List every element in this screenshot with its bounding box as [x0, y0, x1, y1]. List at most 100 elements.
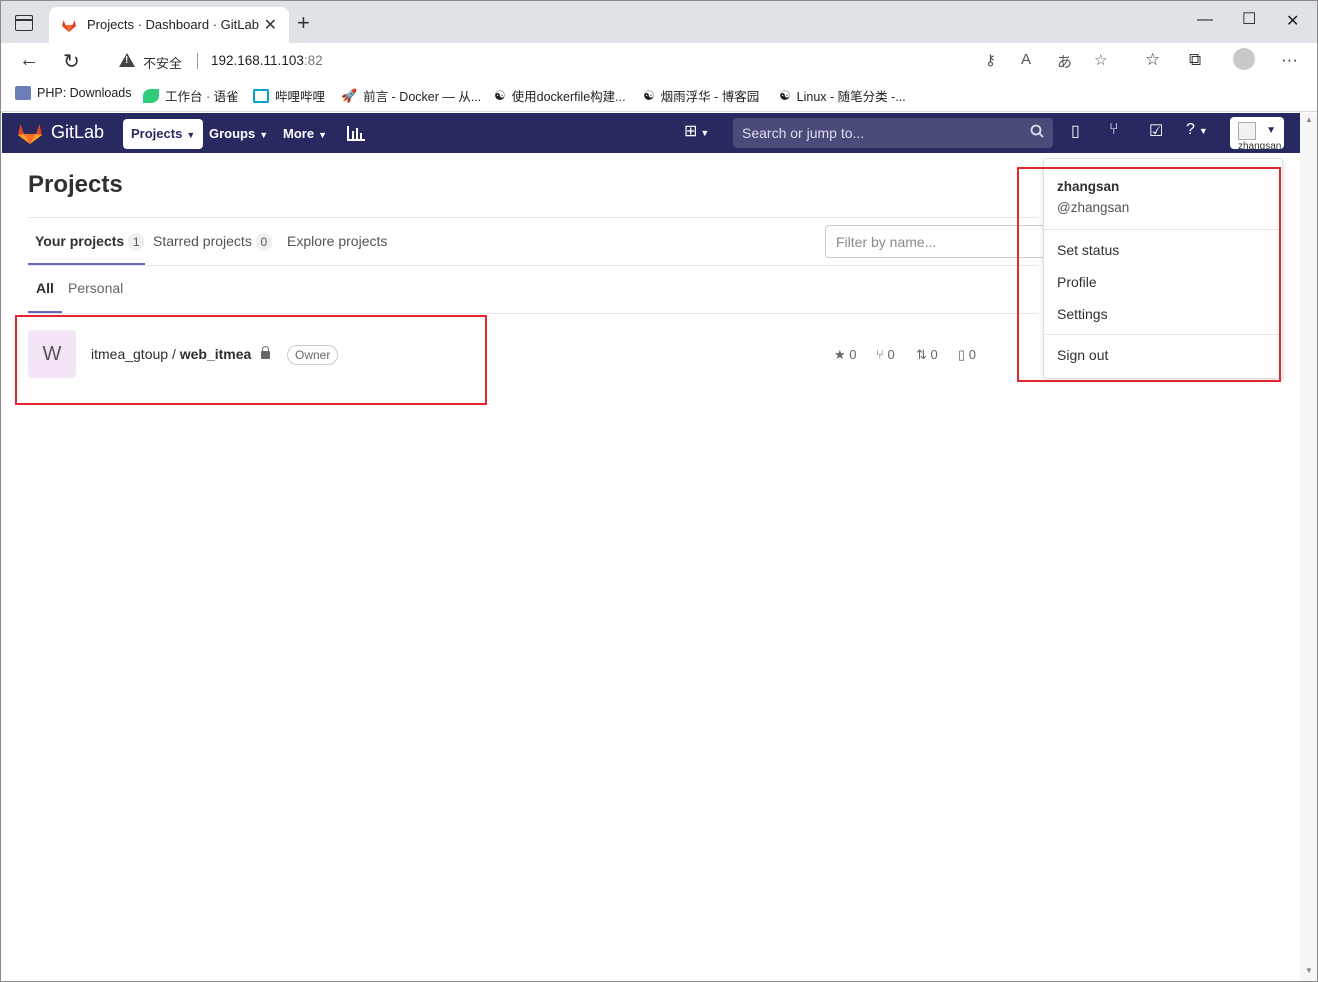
- tab-strip: Projects · Dashboard · GitLab ✕ + — ☐ ✕: [1, 1, 1317, 43]
- nav-more[interactable]: More ▼: [275, 119, 335, 149]
- divider: [1044, 229, 1282, 230]
- chevron-down-icon: ▼: [186, 130, 196, 140]
- issues-count: 0: [968, 347, 977, 362]
- nav-groups[interactable]: Groups ▼: [201, 119, 276, 149]
- gitlab-brand[interactable]: GitLab: [51, 122, 104, 143]
- stars-count: 0: [849, 347, 857, 362]
- url-text[interactable]: 192.168.11.103:82: [211, 53, 323, 68]
- forks-count: 0: [887, 347, 895, 362]
- bookmarks-bar: PHP: Downloads 工作台 · 语雀 哔哩哔哩 🚀 前言 - Docke…: [1, 81, 1317, 112]
- search-box[interactable]: Search or jump to...: [733, 118, 1053, 148]
- url-host: 192.168.11.103: [211, 53, 304, 68]
- issues-icon[interactable]: ▯: [1071, 121, 1080, 141]
- bookmark-php[interactable]: PHP: Downloads: [15, 86, 132, 100]
- add-favorite-icon[interactable]: ☆: [1094, 51, 1107, 69]
- merge-requests-stat[interactable]: ⇅ 0: [916, 347, 938, 363]
- read-aloud-icon[interactable]: A: [1021, 51, 1031, 68]
- key-icon[interactable]: ⚷: [985, 51, 996, 69]
- fork-icon: ⑂: [876, 347, 884, 362]
- star-icon: ★: [834, 347, 846, 362]
- gitlab-logo-icon[interactable]: [17, 121, 43, 145]
- todos-icon[interactable]: ☑: [1149, 121, 1163, 141]
- browser-tab[interactable]: Projects · Dashboard · GitLab ✕: [49, 7, 289, 43]
- back-icon[interactable]: ←: [19, 49, 39, 72]
- profile-item[interactable]: Profile: [1057, 274, 1097, 290]
- bookmark-docker[interactable]: 🚀 前言 - Docker — 从...: [341, 86, 481, 105]
- nav-groups-label: Groups: [209, 126, 256, 141]
- role-badge: Owner: [287, 345, 339, 365]
- scrollbar[interactable]: ▲ ▼: [1300, 113, 1317, 981]
- favorites-icon[interactable]: ☆: [1145, 50, 1160, 70]
- sign-out-item[interactable]: Sign out: [1057, 347, 1108, 363]
- bookmark-bilibili[interactable]: 哔哩哔哩: [253, 86, 325, 105]
- scroll-down-icon[interactable]: ▼: [1305, 966, 1313, 975]
- project-link[interactable]: itmea_gtoup / web_itmea: [91, 346, 271, 362]
- divider: [28, 313, 1038, 314]
- browser-window: Projects · Dashboard · GitLab ✕ + — ☐ ✕ …: [0, 0, 1318, 982]
- stars-stat[interactable]: ★ 0: [834, 347, 857, 363]
- bookmark-linux[interactable]: ☯ Linux - 随笔分类 -...: [779, 86, 906, 105]
- issues-stat[interactable]: ▯ 0: [958, 347, 976, 363]
- maximize-icon[interactable]: ☐: [1242, 9, 1256, 29]
- nav-projects[interactable]: Projects ▼: [123, 119, 204, 149]
- chevron-down-icon: ▼: [1266, 125, 1276, 136]
- settings-item[interactable]: Settings: [1057, 306, 1108, 322]
- bookmark-yuque[interactable]: 工作台 · 语雀: [143, 86, 239, 105]
- translate-icon[interactable]: あ: [1057, 51, 1072, 72]
- tab-actions-icon[interactable]: [15, 15, 33, 31]
- bookmark-label: 使用dockerfile构建...: [511, 90, 626, 104]
- filter-by-name-input[interactable]: [825, 225, 1045, 258]
- bookmark-label: 工作台 · 语雀: [165, 90, 239, 104]
- tab-explore-projects[interactable]: Explore projects: [280, 218, 394, 265]
- profile-avatar[interactable]: [1233, 48, 1255, 70]
- address-row: ← ↻ 不安全 192.168.11.103:82 ⚷ A あ ☆ ☆ ⧉ ··…: [1, 43, 1317, 81]
- tab-your-projects[interactable]: Your projects 1: [28, 218, 145, 265]
- subtab-all[interactable]: All: [28, 266, 62, 313]
- chevron-down-icon: ▼: [259, 130, 269, 140]
- url-port: :82: [303, 53, 323, 68]
- tab-close-icon[interactable]: ✕: [264, 15, 277, 35]
- nav-projects-label: Projects: [131, 126, 183, 141]
- rocket-icon: 🚀: [341, 87, 358, 103]
- collections-icon[interactable]: ⧉: [1189, 50, 1201, 70]
- new-item-icon[interactable]: ⊞ ▼: [684, 121, 709, 141]
- divider: [1044, 334, 1282, 335]
- chevron-down-icon: ▼: [318, 130, 327, 140]
- help-icon[interactable]: ? ▼: [1186, 121, 1208, 139]
- page-title: Projects: [28, 171, 123, 198]
- new-tab-icon[interactable]: +: [297, 10, 310, 36]
- merge-requests-count: 0: [930, 347, 938, 362]
- set-status-item[interactable]: Set status: [1057, 242, 1119, 258]
- tab-starred-projects[interactable]: Starred projects 0: [146, 218, 279, 265]
- divider: [28, 265, 1038, 266]
- tab-title: Projects · Dashboard · GitLab: [87, 17, 259, 32]
- bookmark-dockerfile[interactable]: ☯ 使用dockerfile构建...: [494, 86, 626, 105]
- nav-more-label: More: [283, 126, 315, 141]
- project-avatar[interactable]: W: [28, 330, 76, 378]
- search-icon: [1030, 124, 1044, 138]
- activity-chart-icon[interactable]: [347, 126, 365, 141]
- scroll-up-icon[interactable]: ▲: [1305, 115, 1313, 124]
- lock-icon: [261, 346, 271, 359]
- yuque-icon: [143, 88, 159, 103]
- bookmark-label: 哔哩哔哩: [275, 90, 326, 104]
- address-bar[interactable]: 不安全 192.168.11.103:82 ⚷ A あ ☆: [101, 46, 1127, 77]
- subtab-personal[interactable]: Personal: [60, 266, 131, 313]
- cnblogs-icon: ☯: [494, 87, 506, 103]
- minimize-icon[interactable]: —: [1197, 11, 1213, 29]
- bilibili-icon: [253, 88, 269, 103]
- gitlab-header: GitLab Projects ▼ Groups ▼ More ▼ ⊞ ▼ Search…: [2, 113, 1300, 153]
- forks-stat[interactable]: ⑂ 0: [876, 347, 895, 362]
- cnblogs-icon: ☯: [643, 87, 655, 103]
- url-separator: [197, 53, 198, 69]
- project-name: web_itmea: [179, 346, 252, 362]
- merge-requests-icon[interactable]: ⑂: [1109, 121, 1119, 139]
- avatar-alt-text: zhangsan: [1238, 141, 1282, 152]
- tab-label: Starred projects: [153, 233, 252, 249]
- window-close-icon[interactable]: ✕: [1286, 11, 1299, 31]
- refresh-icon[interactable]: ↻: [63, 49, 80, 74]
- bookmark-yanyu[interactable]: ☯ 烟雨浮华 - 博客园: [643, 86, 759, 105]
- count-badge: 1: [128, 233, 145, 251]
- user-menu-button[interactable]: zhangsan ▼: [1230, 117, 1284, 152]
- more-menu-icon[interactable]: ···: [1281, 50, 1298, 70]
